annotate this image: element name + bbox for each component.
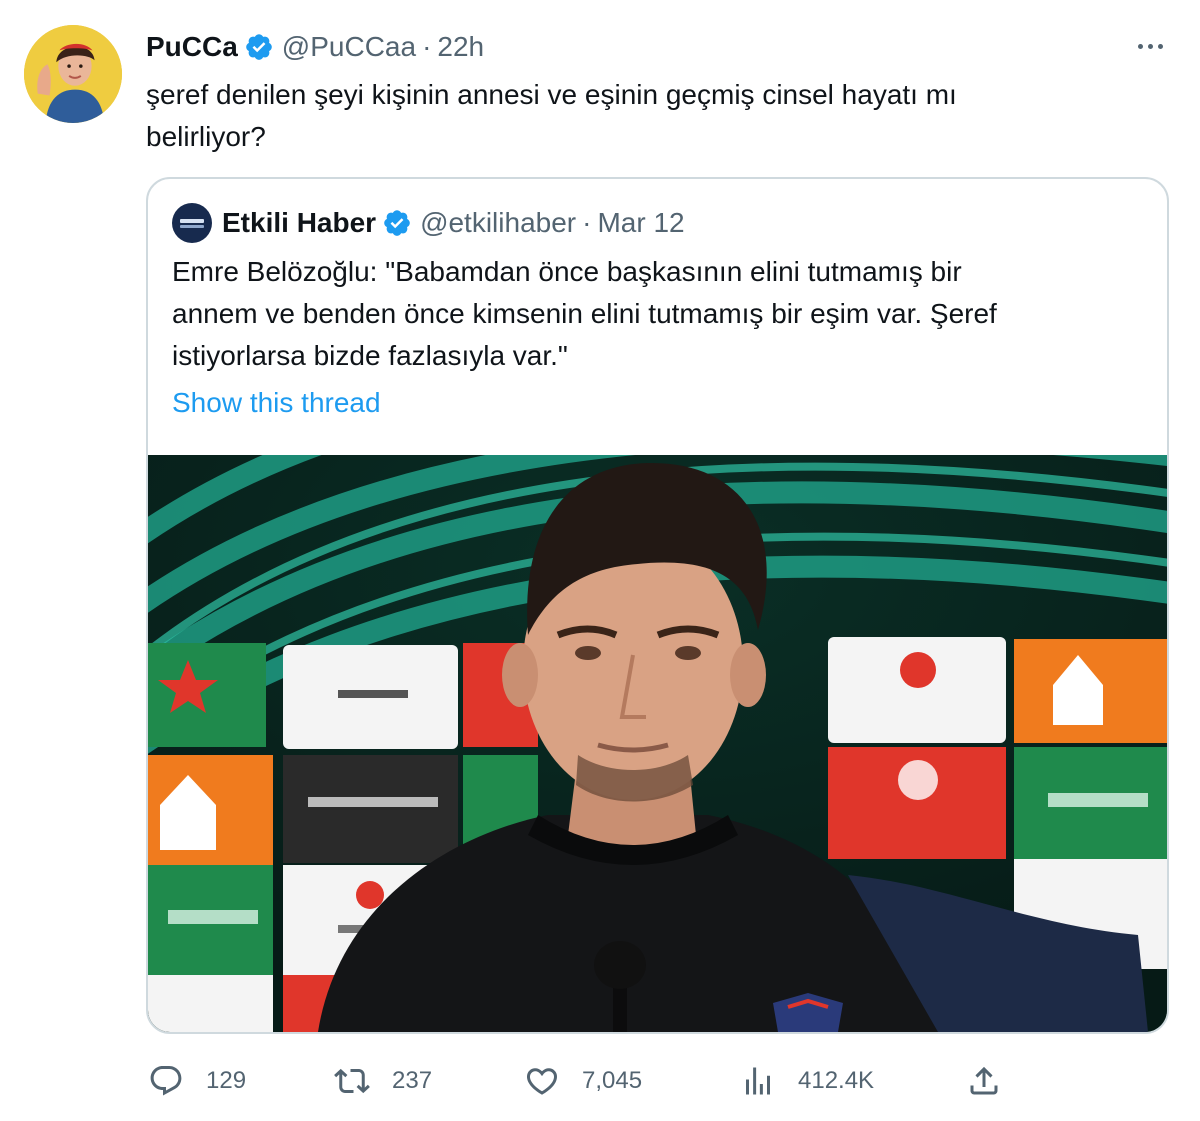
show-thread-link[interactable]: Show this thread	[172, 383, 381, 423]
share-icon	[970, 1066, 998, 1095]
quoted-text-line-1: Emre Belözoğlu: "Babamdan önce başkasını…	[172, 256, 962, 287]
reply-button[interactable]: 129	[148, 1060, 246, 1102]
quoted-tweet[interactable]: Etkili Haber @etkilihaber · Mar 12 Emre …	[146, 177, 1169, 1034]
quoted-author-handle[interactable]: @etkilihaber	[420, 207, 576, 239]
share-button[interactable]	[966, 1060, 1002, 1102]
quoted-author-avatar[interactable]	[172, 203, 212, 243]
press-conference-photo[interactable]	[148, 455, 1167, 1032]
retweet-button[interactable]: 237	[334, 1060, 432, 1102]
retweet-count: 237	[392, 1067, 433, 1094]
tweet-time[interactable]: 22h	[437, 31, 484, 63]
quoted-tweet-header: Etkili Haber @etkilihaber · Mar 12	[172, 201, 685, 245]
reply-count: 129	[206, 1067, 247, 1094]
quoted-text-line-3: istiyorlarsa bizde fazlasıyla var."	[172, 340, 568, 371]
more-options-icon[interactable]	[1132, 36, 1168, 56]
like-button[interactable]: 7,045	[524, 1060, 642, 1102]
retweet-icon	[334, 1068, 370, 1094]
quoted-header-separator: ·	[582, 207, 592, 238]
views-button[interactable]: 412.4K	[740, 1060, 874, 1102]
quoted-tweet-time[interactable]: Mar 12	[597, 207, 684, 239]
quoted-author-name[interactable]: Etkili Haber	[222, 207, 376, 239]
tweet-text-line-2: belirliyor?	[146, 121, 266, 152]
like-count: 7,045	[582, 1067, 643, 1094]
tweet-text-line-1: şeref denilen şeyi kişinin annesi ve eşi…	[146, 79, 957, 110]
reply-icon	[150, 1066, 182, 1096]
tweet-header: PuCCa @PuCCaa · 22h	[146, 27, 484, 67]
views-icon	[746, 1067, 770, 1095]
verified-badge-icon	[244, 32, 274, 62]
avatar-image	[24, 25, 122, 123]
tweet-text: şeref denilen şeyi kişinin annesi ve eşi…	[146, 74, 1146, 158]
like-icon	[526, 1068, 558, 1095]
author-name[interactable]: PuCCa	[146, 31, 238, 63]
quoted-tweet-text: Emre Belözoğlu: "Babamdan önce başkasını…	[172, 251, 1132, 377]
verified-badge-icon	[382, 208, 412, 238]
views-count: 412.4K	[798, 1067, 875, 1094]
author-avatar[interactable]	[24, 25, 122, 123]
header-separator: ·	[422, 31, 432, 62]
author-handle[interactable]: @PuCCaa	[282, 31, 416, 63]
quoted-text-line-2: annem ve benden önce kimsenin elini tutm…	[172, 298, 997, 329]
